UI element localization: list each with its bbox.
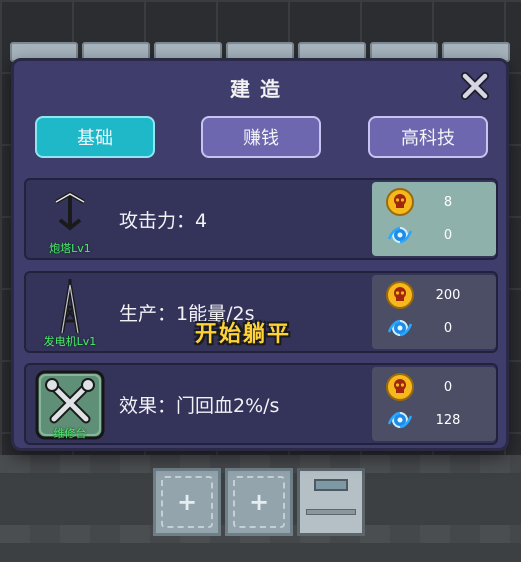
energy-orb-icon bbox=[387, 411, 413, 429]
energy-orb-icon bbox=[387, 319, 413, 337]
skull-coin-icon bbox=[386, 188, 414, 216]
cost-box[interactable]: 8 0 bbox=[372, 182, 496, 256]
cost-box[interactable]: 200 0 bbox=[372, 275, 496, 349]
tab-basic[interactable]: 基础 bbox=[35, 116, 155, 158]
cost-box[interactable]: 0 128 bbox=[372, 367, 496, 441]
tab-high-tech[interactable]: 高科技 bbox=[368, 116, 488, 158]
close-button[interactable] bbox=[460, 71, 490, 101]
close-icon bbox=[461, 72, 489, 100]
item-description: 攻击力：4 bbox=[119, 210, 208, 232]
dialog-title: 建造 bbox=[230, 77, 290, 101]
tab-bar: 基础 赚钱 高科技 bbox=[34, 116, 488, 158]
door[interactable] bbox=[297, 468, 365, 536]
item-name: 维修台 bbox=[53, 427, 87, 440]
turret-item-icon: 炮塔Lv1 bbox=[34, 184, 106, 256]
item-name: 炮塔Lv1 bbox=[49, 242, 91, 255]
add-icon: + bbox=[161, 476, 213, 528]
item-description: 效果：门回血2%/s bbox=[119, 395, 280, 417]
item-name: 发电机Lv1 bbox=[43, 335, 97, 348]
skull-coin-icon bbox=[386, 281, 414, 309]
build-slot[interactable]: + bbox=[225, 468, 293, 536]
door-window bbox=[314, 479, 348, 491]
turret-icon bbox=[55, 191, 85, 231]
energy-cost: 0 bbox=[443, 320, 453, 336]
build-item-turret[interactable]: 炮塔Lv1 攻击力：4 8 0 bbox=[24, 178, 498, 260]
energy-orb-icon bbox=[387, 226, 413, 244]
build-slot[interactable]: + bbox=[153, 468, 221, 536]
build-item-repair-station[interactable]: 维修台 效果：门回血2%/s 0 128 bbox=[24, 363, 498, 445]
coin-cost: 0 bbox=[443, 379, 453, 395]
build-dialog: 建造 基础 赚钱 高科技 炮塔Lv1 攻击力：4 8 0 发电机Lv1 生产：1… bbox=[11, 58, 509, 451]
energy-cost: 128 bbox=[435, 412, 461, 428]
video-caption: 开始躺平 bbox=[195, 322, 292, 347]
energy-cost: 0 bbox=[443, 227, 453, 243]
door-bar bbox=[306, 509, 356, 515]
repair-item-icon: 维修台 bbox=[34, 369, 106, 441]
coin-cost: 200 bbox=[435, 287, 461, 303]
coin-cost: 8 bbox=[443, 194, 453, 210]
tab-earn-money[interactable]: 赚钱 bbox=[201, 116, 321, 158]
generator-item-icon: 发电机Lv1 bbox=[34, 277, 106, 349]
add-icon: + bbox=[233, 476, 285, 528]
generator-tower-icon bbox=[60, 279, 80, 334]
skull-coin-icon bbox=[386, 373, 414, 401]
